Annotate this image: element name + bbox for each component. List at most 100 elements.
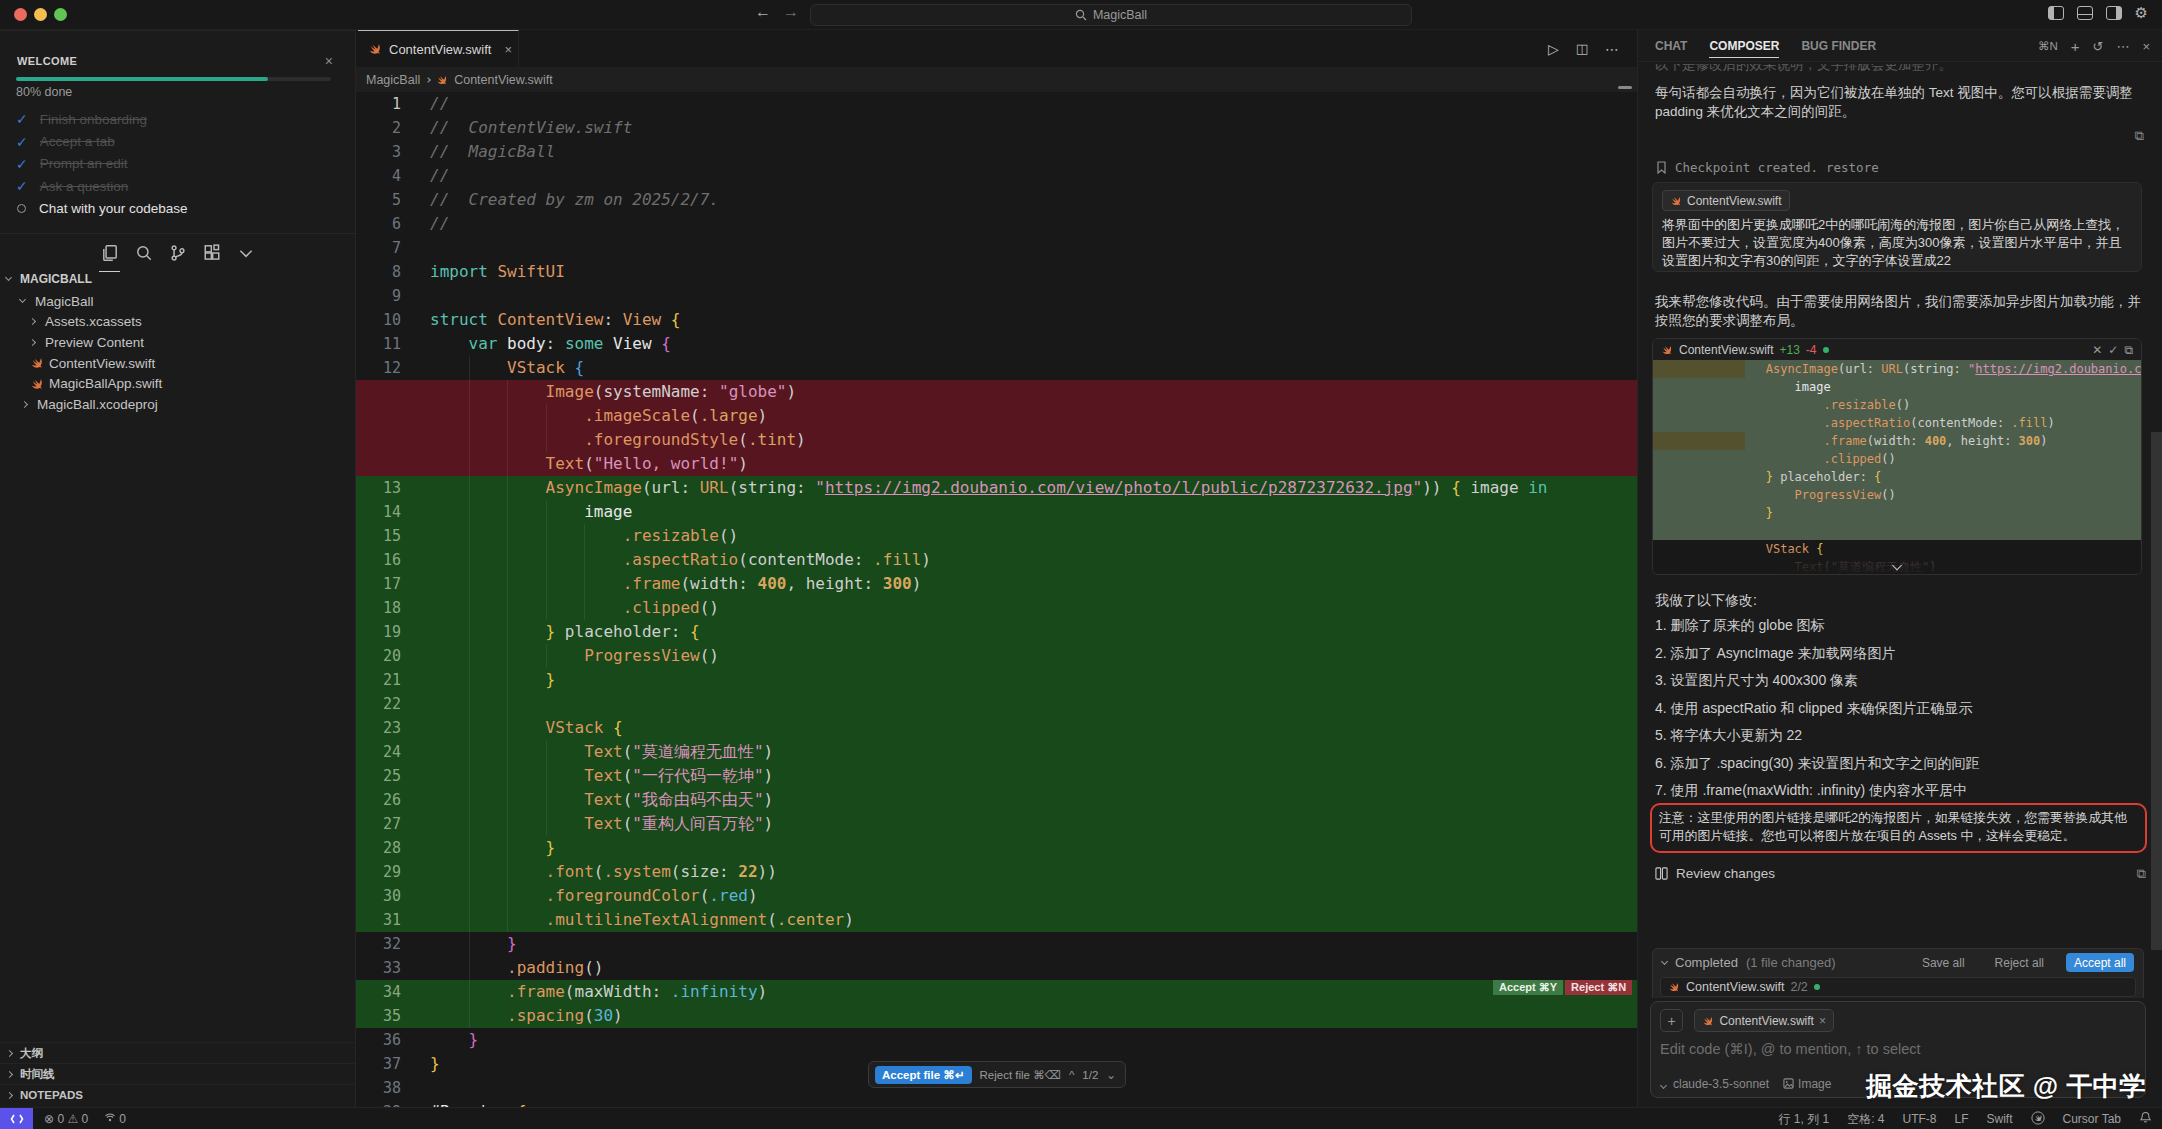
user-message-text: 将界面中的图片更换成哪吒2中的哪吒闹海的海报图，图片你自己从网络上查找，图片不要… [1662, 216, 2132, 270]
cursor-position[interactable]: 行 1, 列 1 [1778, 1111, 1829, 1128]
accept-file-button[interactable]: Accept file ⌘↵ [875, 1066, 972, 1084]
reject-file-button[interactable]: Reject file ⌘⌫ [980, 1068, 1061, 1082]
tree-item-magicball[interactable]: MagicBall [0, 291, 355, 312]
inline-accept-button[interactable]: Accept ⌘Y [1493, 980, 1563, 995]
language-mode[interactable]: Swift [1987, 1112, 2013, 1126]
restore-checkpoint-button[interactable]: restore [1826, 160, 1879, 175]
eol[interactable]: LF [1954, 1112, 1968, 1126]
change-list-item: 7. 使用 .frame(maxWidth: .infinity) 使内容水平居… [1655, 783, 2137, 797]
explorer-section-header[interactable]: MAGICBALL [6, 272, 92, 286]
panel-scrollbar[interactable] [2151, 432, 2162, 950]
tab-contentview-swift[interactable]: ContentView.swift × [358, 30, 519, 67]
add-context-button[interactable]: + [1660, 1009, 1683, 1032]
breadcrumb[interactable]: MagicBall ContentView.swift [356, 67, 1637, 92]
inline-reject-button[interactable]: Reject ⌘N [1565, 980, 1632, 995]
run-icon[interactable]: ▷ [1548, 41, 1559, 57]
welcome-close-icon[interactable]: × [325, 53, 333, 69]
sidebar-section-时间线[interactable]: 时间线 [0, 1063, 355, 1084]
card-reject-icon[interactable]: ✕ [2092, 343, 2102, 357]
toggle-right-panel-icon[interactable] [2106, 6, 2122, 20]
close-window-button[interactable] [14, 8, 27, 21]
swift-version-icon[interactable] [2031, 1111, 2045, 1128]
search-input[interactable]: MagicBall [810, 4, 1412, 26]
card-accept-icon[interactable]: ✓ [2108, 343, 2118, 357]
sidebar-section-大纲[interactable]: 大纲 [0, 1042, 355, 1063]
attach-image-button[interactable]: Image [1783, 1077, 1831, 1091]
code-card-header: ContentView.swift +13 -4 ✕ ✓ ⧉ [1653, 339, 2141, 360]
composer-panel: CHATCOMPOSERBUG FINDER ⌘N + ↺ ⋯ × 以下是修改后… [1637, 30, 2162, 1107]
new-chat-icon[interactable]: + [2071, 38, 2080, 55]
code-line: 25 Text("一行代码一乾坤") [356, 764, 1637, 788]
encoding[interactable]: UTF-8 [1902, 1112, 1936, 1126]
gear-icon[interactable]: ⚙ [2135, 6, 2148, 20]
sidebar-section-notepads[interactable]: NOTEPADS [0, 1084, 355, 1105]
indentation[interactable]: 空格: 4 [1847, 1111, 1884, 1128]
changed-file-row[interactable]: ContentView.swift 2/2 [1660, 977, 2136, 997]
code-line: 6// [356, 212, 1637, 236]
chip-close-icon[interactable]: × [1819, 1014, 1826, 1028]
toggle-bottom-panel-icon[interactable] [2077, 6, 2093, 20]
source-control-icon[interactable] [166, 238, 189, 268]
editor-more-icon[interactable]: ⋯ [1605, 41, 1619, 57]
tab-close-icon[interactable]: × [504, 42, 512, 57]
forward-icon[interactable]: → [783, 3, 799, 21]
welcome-task-todo[interactable]: Chat with your codebase [16, 198, 336, 220]
check-icon: ✓ [16, 178, 28, 194]
zoom-window-button[interactable] [54, 8, 67, 21]
panel-more-icon[interactable]: ⋯ [2116, 39, 2129, 54]
problems-status[interactable]: ⊗ 0 ⚠ 0 [44, 1112, 88, 1126]
reject-all-button[interactable]: Reject all [1995, 956, 2044, 970]
welcome-task-done[interactable]: ✓Accept a tab [16, 130, 336, 152]
prev-diff-icon[interactable]: ^ [1069, 1069, 1074, 1081]
copy-message-icon-2[interactable]: ⧉ [2137, 866, 2146, 882]
more-views-chevron-icon[interactable] [234, 238, 257, 268]
model-selector[interactable]: claude-3.5-sonnet [1661, 1077, 1769, 1091]
panel-close-icon[interactable]: × [2142, 39, 2150, 54]
code-editor[interactable]: 1//2// ContentView.swift3// MagicBall4//… [356, 92, 1637, 1107]
accept-all-button[interactable]: Accept all [2066, 953, 2134, 972]
cursor-tab-status[interactable]: Cursor Tab [2063, 1112, 2121, 1126]
panel-tab-bug-finder[interactable]: BUG FINDER [1801, 39, 1876, 53]
extensions-icon[interactable] [200, 238, 223, 268]
code-line: 13 AsyncImage(url: URL(string: "https://… [356, 476, 1637, 500]
welcome-task-done[interactable]: ✓Ask a question [16, 175, 336, 197]
swift-file-icon [1702, 1015, 1714, 1027]
tree-item-assets-xcassets[interactable]: Assets.xcassets [0, 312, 355, 333]
panel-tab-chat[interactable]: CHAT [1655, 39, 1687, 53]
change-list-item: 4. 使用 aspectRatio 和 clipped 来确保图片正确显示 [1655, 701, 2137, 715]
remote-indicator[interactable] [0, 1108, 33, 1129]
save-all-button[interactable]: Save all [1922, 956, 1965, 970]
context-file-chip[interactable]: ContentView.swift × [1694, 1009, 1834, 1032]
user-file-chip[interactable]: ContentView.swift [1662, 190, 1790, 211]
explorer-icon[interactable] [98, 238, 121, 268]
search-icon [1075, 9, 1087, 21]
code-card-filename[interactable]: ContentView.swift [1679, 343, 1774, 357]
code-line: .foregroundStyle(.tint) [356, 428, 1637, 452]
minimize-window-button[interactable] [34, 8, 47, 21]
tree-item-magicball-xcodeproj[interactable]: MagicBall.xcodeproj [0, 394, 355, 415]
back-icon[interactable]: ← [755, 3, 771, 21]
card-open-icon[interactable]: ⧉ [2124, 343, 2133, 357]
panel-tab-composer[interactable]: COMPOSER [1709, 39, 1779, 58]
welcome-task-done[interactable]: ✓Finish onboarding [16, 108, 336, 130]
tree-item-magicballapp-swift[interactable]: MagicBallApp.swift [0, 373, 355, 394]
tree-item-contentview-swift[interactable]: ContentView.swift [0, 353, 355, 374]
next-diff-icon[interactable]: ⌄ [1106, 1068, 1116, 1082]
review-changes-button[interactable]: Review changes [1655, 866, 1775, 881]
welcome-title: WELCOME [17, 55, 77, 67]
toggle-left-panel-icon[interactable] [2048, 6, 2064, 20]
code-line: 34 .frame(maxWidth: .infinity)Accept ⌘YR… [356, 980, 1637, 1004]
welcome-task-done[interactable]: ✓Prompt an edit [16, 153, 336, 175]
checkpoint-row: Checkpoint created. restore [1656, 160, 1879, 175]
copy-message-icon[interactable]: ⧉ [2135, 128, 2144, 144]
code-line: 12 VStack { [356, 356, 1637, 380]
notifications-bell-icon[interactable] [2139, 1111, 2152, 1127]
completed-chevron-icon[interactable] [1661, 957, 1668, 964]
expand-code-chevron-icon[interactable] [1894, 559, 1901, 571]
ports-status[interactable]: 0 [104, 1112, 126, 1126]
tree-item-preview-content[interactable]: Preview Content [0, 332, 355, 353]
split-editor-icon[interactable]: ◫ [1576, 41, 1588, 56]
search-sidebar-icon[interactable] [132, 238, 155, 268]
code-line: 39#Preview { [356, 1100, 1637, 1107]
history-icon[interactable]: ↺ [2093, 39, 2104, 54]
